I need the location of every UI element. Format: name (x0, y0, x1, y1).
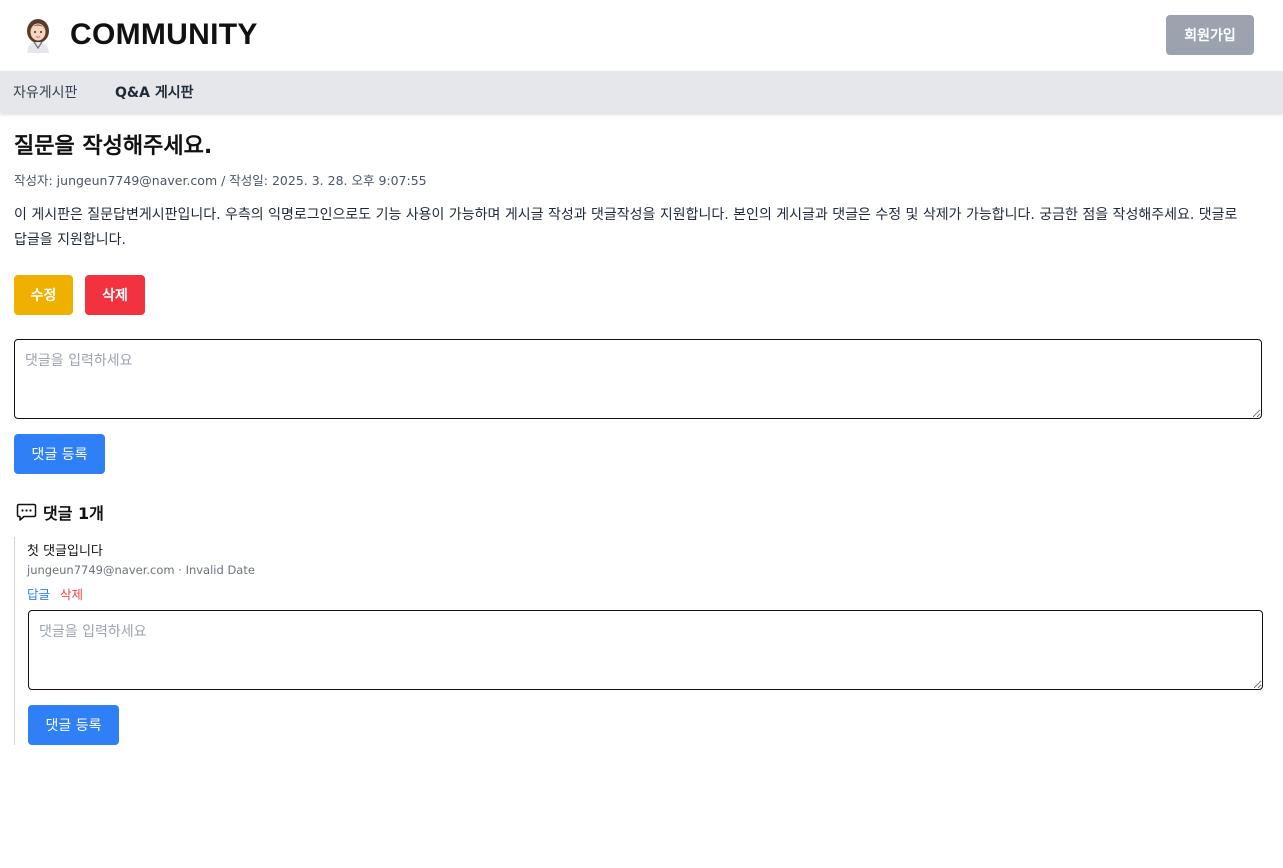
edit-post-button[interactable]: 수정 (14, 275, 73, 315)
post-body: 이 게시판은 질문답변게시판입니다. 우측의 익명로그인으로도 기능 사용이 가… (14, 207, 1238, 248)
comments-header: 댓글 1개 (16, 501, 104, 523)
site-header: COMMUNITY 회원가입 (0, 0, 1283, 72)
comment-text: 첫 댓글입니다 (27, 544, 103, 559)
comment-meta: jungeun7749@naver.com · Invalid Date (27, 563, 255, 577)
reply-link[interactable]: 답글 (27, 584, 50, 603)
comment-submit-button[interactable]: 댓글 등록 (14, 434, 105, 474)
reply-submit-button[interactable]: 댓글 등록 (28, 705, 119, 745)
avatar-logo-icon[interactable] (22, 17, 54, 53)
post-title: 질문을 작성해주세요. (14, 134, 213, 159)
comment-input[interactable] (14, 339, 1262, 419)
nav-item-free-board[interactable]: 자유게시판 (13, 82, 77, 102)
nav-item-qa-board[interactable]: Q&A 게시판 (115, 82, 193, 102)
post-meta: 작성자: jungeun7749@naver.com / 작성일: 2025. … (14, 173, 427, 188)
signup-button[interactable]: 회원가입 (1166, 15, 1254, 55)
reply-input[interactable] (28, 610, 1263, 690)
board-nav: 자유게시판 Q&A 게시판 (0, 71, 1283, 113)
comments-count: 댓글 1개 (43, 504, 104, 523)
comment-delete-link[interactable]: 삭제 (60, 584, 83, 603)
chat-bubble-icon (16, 503, 37, 521)
comment-item: 첫 댓글입니다 jungeun7749@naver.com · Invalid … (14, 537, 1266, 745)
delete-post-button[interactable]: 삭제 (85, 275, 145, 315)
site-title[interactable]: COMMUNITY (70, 18, 258, 52)
